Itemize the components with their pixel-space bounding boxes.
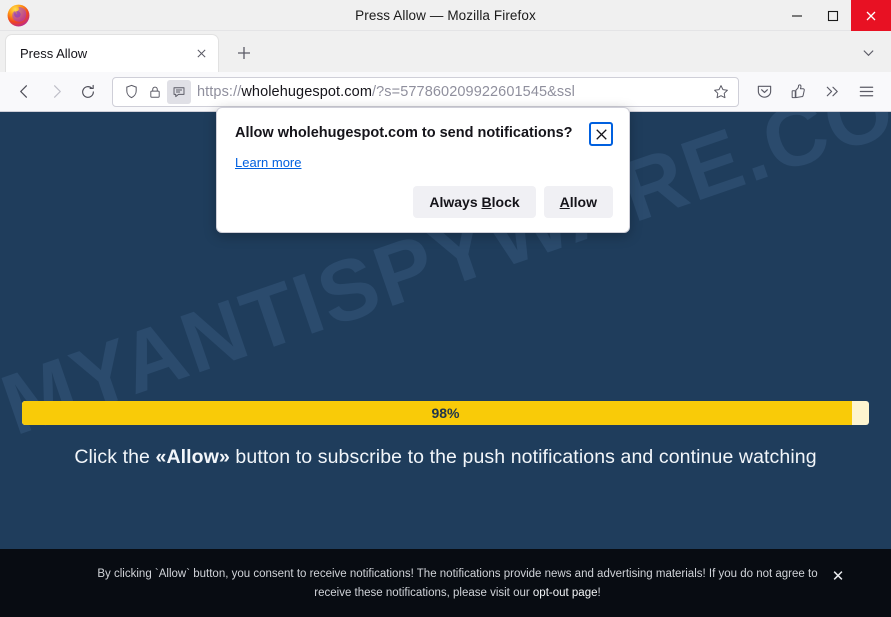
always-block-prefix: Always	[429, 194, 482, 210]
progress-percent-label: 98%	[431, 405, 460, 421]
always-block-button[interactable]: Always Block	[413, 186, 536, 218]
always-block-accelerator: B	[481, 194, 492, 210]
allow-button[interactable]: Allow	[543, 186, 613, 218]
url-bar[interactable]: https://wholehugespot.com/?s=57786020992…	[112, 76, 739, 107]
consent-banner-text: By clicking `Allow` button, you consent …	[61, 565, 831, 603]
bookmark-star-icon[interactable]	[708, 79, 734, 105]
firefox-logo-icon	[7, 4, 30, 27]
navigation-toolbar: https://wholehugespot.com/?s=57786020992…	[0, 72, 891, 112]
maximize-button[interactable]	[815, 0, 851, 31]
url-text[interactable]: https://wholehugespot.com/?s=57786020992…	[197, 84, 708, 100]
share-extension-icon[interactable]	[781, 77, 815, 107]
window-titlebar: Press Allow — Mozilla Firefox	[0, 0, 891, 31]
firefox-window: Press Allow — Mozilla Firefox Press Allo…	[0, 0, 891, 617]
tab-label: Press Allow	[20, 46, 88, 61]
always-block-suffix: lock	[491, 194, 520, 210]
learn-more-link[interactable]: Learn more	[235, 155, 301, 170]
tab-close-icon[interactable]	[190, 43, 212, 65]
consent-line-2-before: receive these notifications, please visi…	[314, 586, 533, 599]
window-controls	[779, 0, 891, 31]
notification-permission-icon[interactable]	[167, 79, 191, 104]
permission-popup-actions: Always Block Allow	[235, 186, 613, 218]
call-to-action-text: Click the «Allow» button to subscribe to…	[0, 446, 891, 469]
allow-suffix: llow	[569, 194, 597, 210]
url-domain: wholehugespot.com	[241, 83, 372, 100]
forward-button[interactable]	[40, 77, 72, 107]
allow-accelerator: A	[559, 194, 570, 210]
close-window-button[interactable]	[851, 0, 891, 31]
consent-banner-close-icon[interactable]: ✕	[829, 567, 847, 585]
notification-permission-popup: Allow wholehugespot.com to send notifica…	[216, 107, 630, 233]
overflow-menu-chevrons-icon[interactable]	[815, 77, 849, 107]
url-scheme: https://	[197, 83, 242, 100]
connection-secure-lock-icon[interactable]	[143, 80, 167, 104]
list-all-tabs-chevron-down-icon[interactable]	[853, 37, 883, 67]
permission-popup-close-icon[interactable]	[589, 122, 613, 146]
download-progress-bar: 98%	[22, 401, 869, 425]
cta-text-before: Click the	[74, 446, 156, 468]
consent-line-1: By clicking `Allow` button, you consent …	[97, 567, 818, 580]
back-button[interactable]	[8, 77, 40, 107]
pocket-save-icon[interactable]	[747, 77, 781, 107]
consent-line-2-after: !	[597, 586, 601, 599]
tracking-protection-shield-icon[interactable]	[119, 80, 143, 104]
permission-popup-header: Allow wholehugespot.com to send notifica…	[235, 122, 613, 146]
url-path: /?s=577860209922601545&ssl	[372, 83, 575, 100]
tab-press-allow[interactable]: Press Allow	[6, 35, 218, 72]
hamburger-menu-icon[interactable]	[849, 77, 883, 107]
new-tab-button[interactable]	[228, 37, 260, 69]
minimize-button[interactable]	[779, 0, 815, 31]
window-title: Press Allow — Mozilla Firefox	[355, 7, 536, 23]
permission-popup-title: Allow wholehugespot.com to send notifica…	[235, 125, 573, 141]
cta-allow-emphasis: «Allow»	[155, 446, 230, 468]
reload-button[interactable]	[72, 77, 104, 107]
opt-out-page-link[interactable]: opt-out page	[533, 587, 598, 599]
consent-banner: By clicking `Allow` button, you consent …	[0, 549, 891, 617]
cta-text-after: button to subscribe to the push notifica…	[229, 446, 817, 468]
tab-strip: Press Allow	[0, 31, 891, 72]
